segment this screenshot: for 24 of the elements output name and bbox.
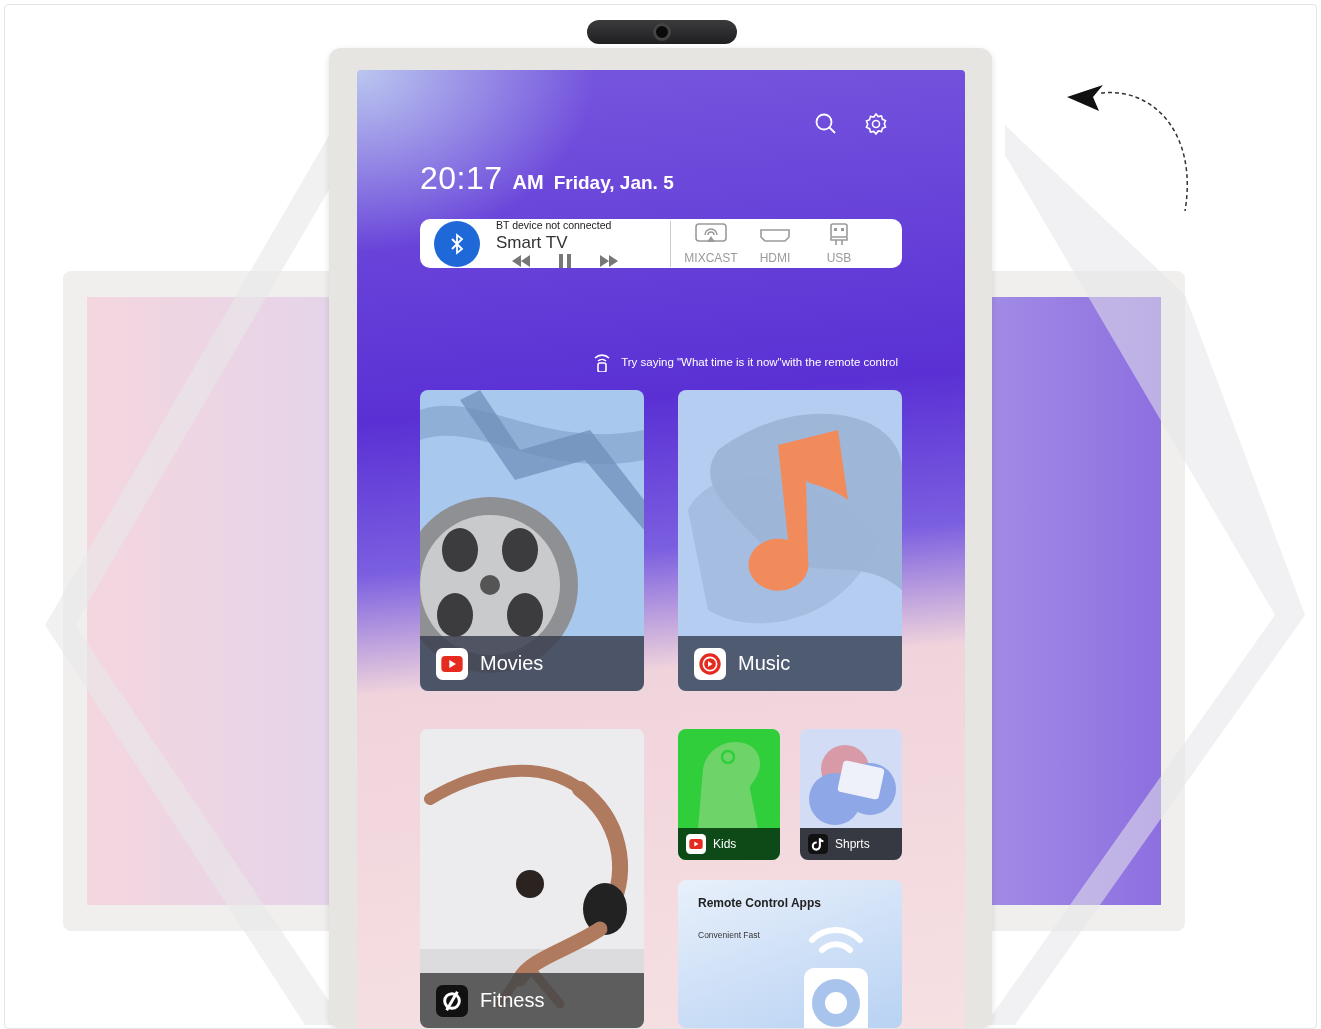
- remote-signal-icon: [593, 352, 612, 372]
- voice-hint: Try saying "What time is it now"with the remote control: [621, 356, 898, 368]
- clock-time: 20:17: [420, 160, 503, 197]
- fast-forward-icon[interactable]: [598, 254, 620, 268]
- app-tile[interactable]: Music: [678, 390, 902, 691]
- pause-icon[interactable]: [558, 254, 572, 268]
- app-tile[interactable]: Movies: [420, 390, 644, 691]
- circle-slash-icon: [436, 984, 468, 1017]
- rewind-icon[interactable]: [510, 254, 532, 268]
- card-subtitle: Convenient Fast: [698, 930, 761, 940]
- play-icon: [686, 834, 706, 854]
- clock-period: AM: [512, 171, 544, 194]
- remote-app-card[interactable]: Remote Control Apps Convenient Fast: [678, 880, 902, 1028]
- date-text: Friday, Jan. 5: [553, 172, 674, 194]
- device-name: Smart TV: [496, 233, 569, 253]
- play-icon: [694, 647, 726, 680]
- note-icon: [808, 834, 828, 854]
- app-tile[interactable]: Kids: [678, 729, 780, 860]
- app-tile[interactable]: Fitness: [420, 729, 644, 1028]
- bluetooth-status: BT device not connected: [496, 219, 613, 231]
- bluetooth-icon[interactable]: [434, 220, 480, 267]
- app-tile[interactable]: Shprts: [800, 729, 902, 860]
- card-title: Remote Control Apps: [698, 896, 822, 910]
- play-icon: [436, 647, 468, 680]
